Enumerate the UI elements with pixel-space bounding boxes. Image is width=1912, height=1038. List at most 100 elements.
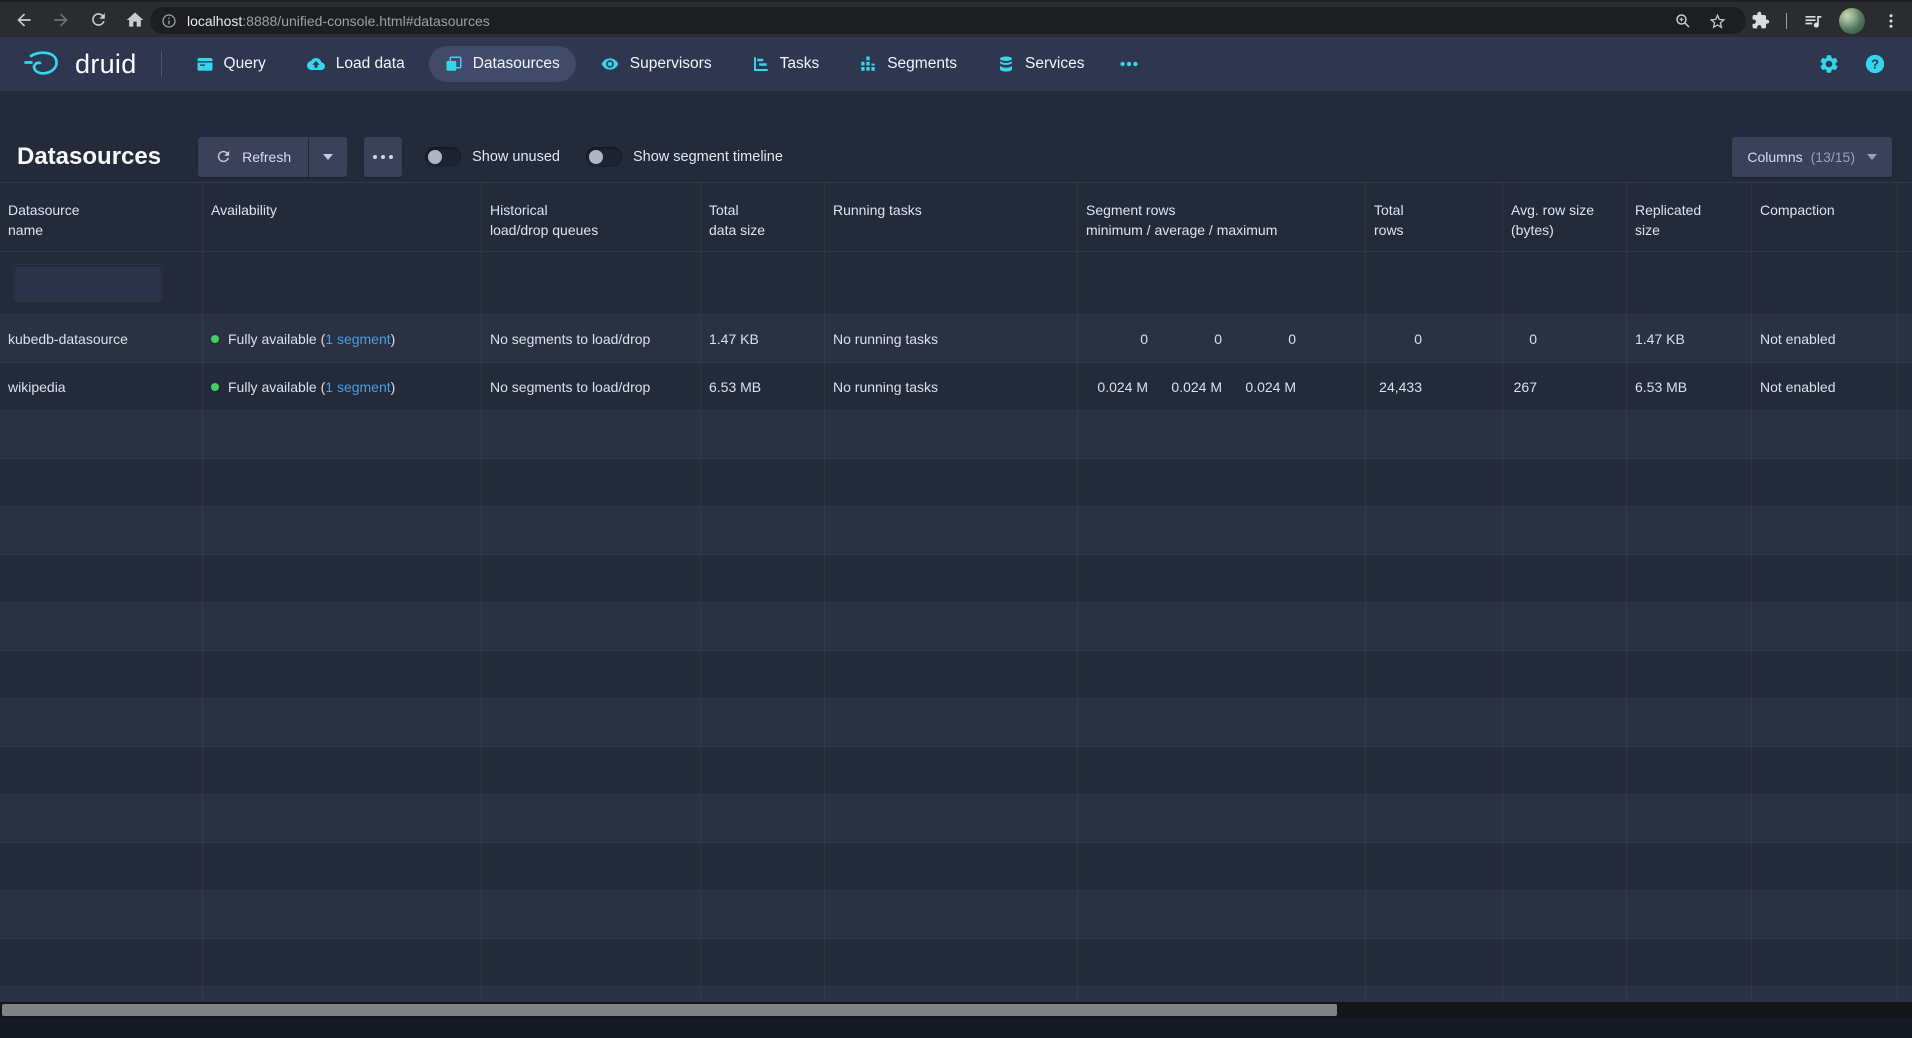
- column-header-running-tasks[interactable]: Running tasks: [825, 183, 1078, 251]
- cell-replicated-size: 6.53 MB: [1627, 363, 1752, 410]
- columns-count: (13/15): [1811, 149, 1855, 165]
- horizontal-scrollbar[interactable]: [0, 1002, 1912, 1018]
- table-header-row: DatasourcenameAvailabilityHistoricalload…: [0, 182, 1912, 252]
- columns-dropdown-button[interactable]: Columns (13/15): [1732, 137, 1892, 177]
- empty-cell: [701, 411, 825, 458]
- show-unused-toggle[interactable]: [425, 147, 461, 167]
- empty-cell: [1503, 651, 1627, 698]
- empty-cell: [1366, 939, 1503, 986]
- column-header-segment-rows[interactable]: Segment rowsminimum / average / maximum: [1078, 183, 1366, 251]
- empty-cell: [1503, 603, 1627, 650]
- empty-cell: [1503, 843, 1627, 890]
- empty-cell: [0, 795, 203, 842]
- home-button[interactable]: [122, 7, 148, 33]
- empty-cell: [1752, 843, 1898, 890]
- show-segment-timeline-label[interactable]: Show segment timeline: [633, 149, 783, 165]
- refresh-button[interactable]: Refresh: [198, 137, 308, 177]
- filter-cell-datasource-name: [0, 252, 203, 314]
- empty-cell: [482, 843, 701, 890]
- reload-button[interactable]: [85, 7, 111, 33]
- column-header-datasource-name[interactable]: Datasourcename: [0, 183, 203, 251]
- browser-menu-icon[interactable]: [1878, 8, 1904, 34]
- cell-segment-rows: 0 0 0: [1078, 315, 1366, 362]
- empty-cell: [1503, 795, 1627, 842]
- empty-cell: [825, 651, 1078, 698]
- column-header-filler: [1898, 183, 1912, 251]
- gantt-icon: [752, 55, 770, 73]
- empty-cell: [1898, 987, 1912, 1002]
- settings-gear-icon[interactable]: [1818, 53, 1840, 75]
- zoom-icon[interactable]: [1672, 10, 1694, 32]
- column-header-total-data-size[interactable]: Totaldata size: [701, 183, 825, 251]
- empty-cell: [1366, 987, 1503, 1002]
- profile-avatar[interactable]: [1839, 8, 1865, 34]
- empty-cell: [1752, 747, 1898, 794]
- nav-item-supervisors[interactable]: Supervisors: [584, 46, 728, 82]
- empty-table-row: [0, 603, 1912, 651]
- bookmark-star-icon[interactable]: [1706, 10, 1728, 32]
- eye-icon: [600, 55, 620, 73]
- app-navbar: druid Query Load data Datasources Superv…: [0, 37, 1912, 91]
- show-segment-timeline-toggle[interactable]: [586, 147, 622, 167]
- site-info-icon[interactable]: [161, 13, 177, 29]
- empty-cell: [0, 459, 203, 506]
- help-icon[interactable]: ?: [1864, 53, 1886, 75]
- nav-label: Services: [1025, 55, 1084, 73]
- column-header-compaction[interactable]: Compaction: [1752, 183, 1898, 251]
- table-body: kubedb-datasource Fully available (1 seg…: [0, 315, 1912, 1002]
- empty-cell: [0, 891, 203, 938]
- empty-cell: [825, 411, 1078, 458]
- nav-item-datasources[interactable]: Datasources: [429, 46, 576, 82]
- empty-cell: [203, 603, 482, 650]
- empty-cell: [1078, 891, 1366, 938]
- segment-count-link[interactable]: 1 segment: [325, 379, 390, 395]
- back-button[interactable]: [11, 7, 37, 33]
- segment-count-link[interactable]: 1 segment: [325, 331, 390, 347]
- nav-item-load-data[interactable]: Load data: [290, 46, 421, 82]
- empty-cell: [825, 459, 1078, 506]
- media-controls-icon[interactable]: [1800, 8, 1826, 34]
- empty-cell: [1898, 843, 1912, 890]
- extensions-icon[interactable]: [1747, 8, 1773, 34]
- empty-cell: [1366, 507, 1503, 554]
- empty-cell: [482, 699, 701, 746]
- column-header-availability[interactable]: Availability: [203, 183, 482, 251]
- more-actions-button[interactable]: [364, 137, 402, 177]
- empty-cell: [482, 459, 701, 506]
- column-header-replicated-size[interactable]: Replicatedsize: [1627, 183, 1752, 251]
- nav-item-services[interactable]: Services: [981, 46, 1100, 82]
- nav-item-segments[interactable]: Segments: [843, 46, 973, 82]
- empty-cell: [203, 747, 482, 794]
- datasource-name-filter-input[interactable]: [14, 265, 162, 301]
- empty-cell: [203, 651, 482, 698]
- cell-filler: [1898, 363, 1912, 410]
- druid-logo[interactable]: druid: [22, 49, 137, 79]
- filter-cell-segment-rows: [1078, 252, 1366, 314]
- forward-button[interactable]: [48, 7, 74, 33]
- cloud-upload-icon: [306, 55, 326, 73]
- cell-total-data-size: 6.53 MB: [701, 363, 825, 410]
- empty-cell: [1898, 699, 1912, 746]
- empty-cell: [1752, 459, 1898, 506]
- scrollbar-thumb[interactable]: [2, 1004, 1337, 1016]
- empty-cell: [0, 843, 203, 890]
- cell-filler: [1898, 315, 1912, 362]
- url-path: :8888/unified-console.html#datasources: [242, 13, 490, 29]
- empty-cell: [1627, 939, 1752, 986]
- columns-label: Columns: [1747, 149, 1802, 165]
- column-header-load-drop-queues[interactable]: Historicalload/drop queues: [482, 183, 701, 251]
- column-header-total-rows[interactable]: Totalrows: [1366, 183, 1503, 251]
- nav-more-button[interactable]: [1108, 46, 1150, 82]
- nav-item-query[interactable]: Query: [180, 46, 282, 82]
- refresh-label: Refresh: [242, 149, 291, 165]
- url-host: localhost: [187, 13, 242, 29]
- address-bar[interactable]: localhost:8888/unified-console.html#data…: [150, 7, 1746, 34]
- column-header-avg-row-size[interactable]: Avg. row size(bytes): [1503, 183, 1627, 251]
- empty-cell: [1627, 891, 1752, 938]
- empty-cell: [825, 699, 1078, 746]
- refresh-interval-button[interactable]: [308, 137, 347, 177]
- empty-cell: [482, 987, 701, 1002]
- nav-item-tasks[interactable]: Tasks: [736, 46, 836, 82]
- show-unused-label[interactable]: Show unused: [472, 149, 560, 165]
- cell-load-drop: No segments to load/drop: [482, 363, 701, 410]
